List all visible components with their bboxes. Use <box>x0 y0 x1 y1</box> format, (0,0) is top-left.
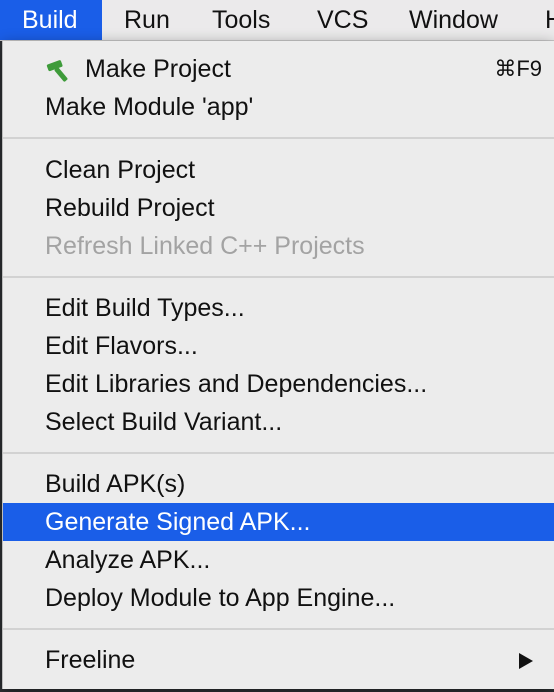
build-menu-dropdown: Make Project ⌘F9 Make Module 'app' Clean… <box>2 41 554 689</box>
menu-item-freeline[interactable]: Freeline <box>3 641 554 679</box>
menu-item-label: Select Build Variant... <box>45 408 283 436</box>
menu-item-edit-libraries[interactable]: Edit Libraries and Dependencies... <box>3 365 554 403</box>
menu-item-label: Clean Project <box>45 156 196 184</box>
menu-item-deploy-module[interactable]: Deploy Module to App Engine... <box>3 579 554 617</box>
menu-item-build-apk[interactable]: Build APK(s) <box>3 465 554 503</box>
menu-item-clean-project[interactable]: Clean Project <box>3 151 554 189</box>
menu-separator <box>3 452 554 454</box>
menu-item-label: Edit Libraries and Dependencies... <box>45 370 428 398</box>
menu-item-label: Freeline <box>45 646 136 674</box>
menu-item-label: Edit Flavors... <box>45 332 198 360</box>
menubar-build[interactable]: Build <box>0 0 102 40</box>
menu-separator <box>3 137 554 139</box>
menu-item-edit-build-types[interactable]: Edit Build Types... <box>3 289 554 327</box>
menu-item-generate-signed-apk[interactable]: Generate Signed APK... <box>3 503 554 541</box>
menu-item-label: Analyze APK... <box>45 546 211 574</box>
hammer-icon <box>46 60 68 82</box>
menu-item-select-build-variant[interactable]: Select Build Variant... <box>3 403 554 441</box>
menu-bar: Build Run Tools VCS Window H <box>0 0 554 41</box>
menu-item-label: Deploy Module to App Engine... <box>45 584 396 612</box>
menu-item-label: Generate Signed APK... <box>45 508 311 536</box>
menu-separator <box>3 276 554 278</box>
menu-item-label: Build APK(s) <box>45 470 186 498</box>
menu-item-label: Edit Build Types... <box>45 294 245 322</box>
menu-item-refresh-cpp: Refresh Linked C++ Projects <box>3 227 554 265</box>
menu-item-analyze-apk[interactable]: Analyze APK... <box>3 541 554 579</box>
menu-item-label: Refresh Linked C++ Projects <box>45 232 365 260</box>
menubar-run[interactable]: Run <box>124 0 170 40</box>
menu-item-edit-flavors[interactable]: Edit Flavors... <box>3 327 554 365</box>
menubar-tools[interactable]: Tools <box>212 0 270 40</box>
menu-item-make-module[interactable]: Make Module 'app' <box>3 88 554 126</box>
menu-separator <box>3 628 554 630</box>
menu-item-rebuild-project[interactable]: Rebuild Project <box>3 189 554 227</box>
menu-item-label: Make Project <box>85 55 231 83</box>
shortcut-label: ⌘F9 <box>494 56 542 81</box>
menu-item-label: Rebuild Project <box>45 194 215 222</box>
menu-item-make-project[interactable]: Make Project ⌘F9 <box>3 50 554 88</box>
menubar-vcs[interactable]: VCS <box>317 0 368 40</box>
menu-item-label: Make Module 'app' <box>45 93 254 121</box>
submenu-arrow-icon <box>519 653 533 669</box>
menubar-help-partial[interactable]: H <box>545 0 554 40</box>
menubar-window[interactable]: Window <box>409 0 498 40</box>
